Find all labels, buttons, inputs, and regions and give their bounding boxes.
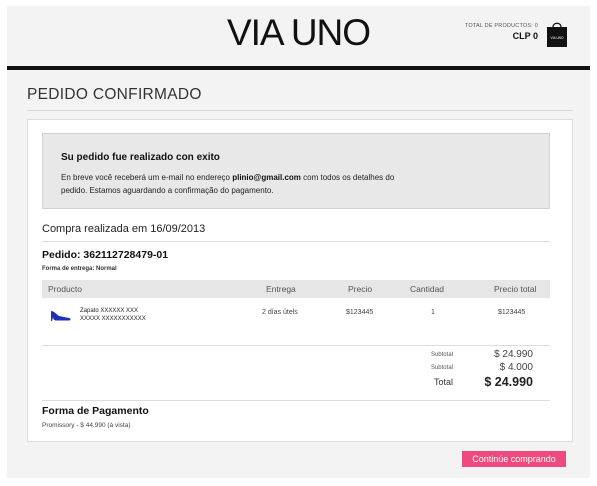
page-title: PEDIDO CONFIRMADO xyxy=(27,86,202,103)
column-header-producto: Producto xyxy=(48,284,83,294)
column-header-cantidad: Cantidad xyxy=(410,284,445,294)
notice-body: En breve você receberá um e-mail no ende… xyxy=(61,172,421,197)
cart-summary[interactable]: TOTAL DE PRODUCTOS: 0 CLP 0 xyxy=(465,23,538,41)
site-header: VIA UNO TOTAL DE PRODUCTOS: 0 CLP 0 VIA … xyxy=(7,6,590,66)
cart-label: TOTAL DE PRODUCTOS: 0 xyxy=(464,23,538,29)
table-header: Producto Entrega Precio Cantidad Precio … xyxy=(42,280,550,298)
totals-divider xyxy=(42,400,550,401)
cart-total: CLP 0 xyxy=(512,31,538,41)
column-header-precio: Precio xyxy=(348,284,373,294)
total-value: $ 24.990 xyxy=(484,375,533,389)
payment-title: Forma de Pagamento xyxy=(42,405,149,417)
column-header-precio-total: Precio total xyxy=(494,284,537,294)
bag-brand-text: VIA UNO xyxy=(551,36,564,40)
purchase-date: Compra realizada em 16/09/2013 xyxy=(42,223,206,235)
page: VIA UNO TOTAL DE PRODUCTOS: 0 CLP 0 VIA … xyxy=(7,6,590,478)
table-row: Zapato XXXXXX XXX XXXXX XXXXXXXXXXX 2 dí… xyxy=(42,303,550,333)
section-divider xyxy=(42,241,550,242)
continue-shopping-button[interactable]: Continúe comprando xyxy=(462,451,566,467)
title-divider xyxy=(27,110,573,111)
order-id: Pedido: 362112728479-01 xyxy=(42,249,169,261)
column-header-entrega: Entrega xyxy=(266,284,296,294)
subtotal-label: Subtotal xyxy=(430,352,453,358)
item-quantity: 1 xyxy=(431,309,435,316)
payment-detail: Promissory - $ 44.990 (à vista) xyxy=(42,422,131,429)
subtotal-value: $ 4.000 xyxy=(499,362,533,373)
order-panel: Su pedido fue realizado con exito En bre… xyxy=(27,119,573,442)
confirmation-notice: Su pedido fue realizado con exito En bre… xyxy=(42,133,550,209)
item-delivery: 2 días útels xyxy=(262,309,298,316)
notice-body-prefix: En breve você receberá um e-mail no ende… xyxy=(61,173,233,182)
order-totals: Subtotal $ 24.990 Subtotal $ 4.000 Total… xyxy=(328,349,533,389)
product-name[interactable]: Zapato XXXXXX XXX XXXXX XXXXXXXXXXX xyxy=(80,307,146,323)
shopping-bag-icon[interactable]: VIA UNO xyxy=(545,20,569,48)
notice-email: plinio@gmail.com xyxy=(232,173,301,182)
delivery-method: Forma de entrega: Normal xyxy=(42,266,117,272)
subtotal-line: Subtotal $ 24.990 xyxy=(328,349,533,362)
table-divider xyxy=(42,345,550,346)
total-line: Total $ 24.990 xyxy=(328,375,533,389)
header-divider xyxy=(7,66,590,70)
item-price: $123445 xyxy=(346,309,374,316)
total-label: Total xyxy=(433,377,453,387)
subtotal-line: Subtotal $ 4.000 xyxy=(328,362,533,375)
product-name-line2: XXXXX XXXXXXXXXXX xyxy=(80,316,146,322)
shoe-icon xyxy=(51,311,71,321)
subtotal-value: $ 24.990 xyxy=(494,349,533,360)
item-total: $123445 xyxy=(498,309,526,316)
notice-title: Su pedido fue realizado con exito xyxy=(61,152,220,163)
subtotal-label: Subtotal xyxy=(430,365,453,371)
product-name-line1: Zapato XXXXXX XXX xyxy=(80,308,139,314)
